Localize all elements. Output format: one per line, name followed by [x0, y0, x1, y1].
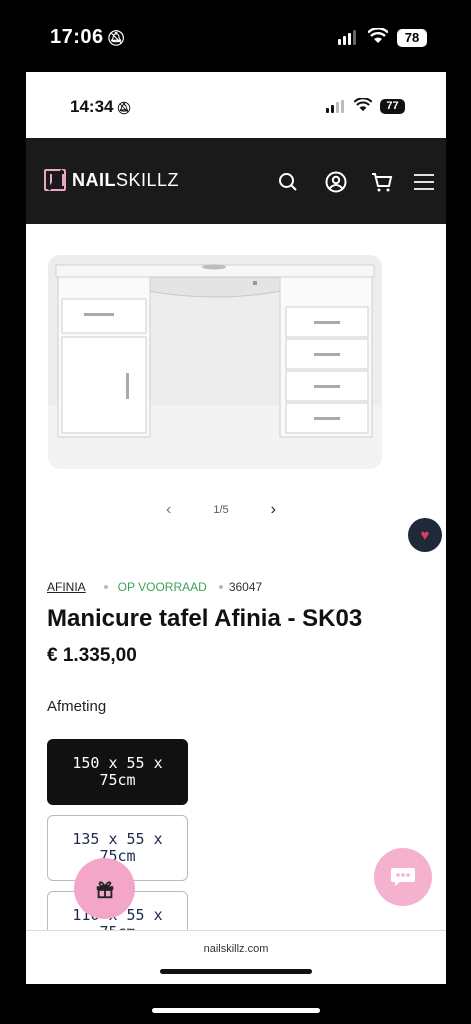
cellular-signal-icon: [338, 30, 356, 45]
chat-button[interactable]: [374, 848, 432, 906]
chat-bubble-icon: [391, 868, 415, 886]
browser-address-bar: nailskillz.com: [26, 930, 446, 984]
battery-indicator: 78: [397, 29, 427, 47]
product-price: € 1.335,00: [47, 645, 137, 666]
product-title: Manicure tafel Afinia - SK03: [47, 605, 363, 632]
silent-bell-icon: 🔕︎: [106, 30, 127, 47]
site-logo[interactable]: NAILSKILLZ: [44, 169, 179, 191]
product-image[interactable]: [48, 255, 382, 469]
stock-status: OP VOORRAAD: [117, 580, 207, 594]
logo-mark-icon: [44, 169, 66, 191]
battery-indicator: 77: [380, 99, 405, 114]
wishlist-button[interactable]: ♥: [408, 518, 442, 552]
outer-clock: 17:06 🔕︎: [50, 26, 127, 48]
inner-status-bar: 14:34 🔕︎ 77: [26, 72, 446, 138]
meta-separator: [103, 585, 108, 589]
logo-text: NAILSKILLZ: [72, 169, 180, 190]
meta-separator: [218, 585, 223, 589]
size-option-label: Afmeting: [47, 698, 107, 715]
product-meta: AFINIA OP VOORRAAD 36047: [47, 580, 262, 594]
heart-icon: ♥: [420, 526, 430, 544]
size-option-150[interactable]: 150 x 55 x 75cm: [47, 739, 188, 805]
carousel-prev-button[interactable]: ‹: [166, 501, 171, 519]
silent-bell-icon: 🔕︎: [116, 101, 132, 115]
account-icon[interactable]: [324, 170, 348, 194]
site-header: NAILSKILLZ: [26, 138, 446, 224]
product-sku: 36047: [228, 580, 263, 594]
carousel-next-button[interactable]: ›: [271, 501, 276, 519]
carousel-counter: 1/5: [213, 504, 229, 516]
inner-clock: 14:34 🔕︎: [70, 97, 132, 116]
home-indicator: [152, 1008, 320, 1013]
screenshot-screen: 14:34 🔕︎ 77 NAILSKILLZ ‹ 1/5 › ♥ AFINIA …: [26, 72, 446, 984]
cellular-signal-icon: [326, 100, 344, 113]
menu-icon[interactable]: [412, 170, 436, 194]
search-icon[interactable]: [276, 170, 300, 194]
cart-icon[interactable]: [370, 170, 394, 194]
gift-icon: [96, 880, 113, 898]
inner-home-indicator: [160, 969, 312, 974]
brand-link[interactable]: AFINIA: [47, 580, 86, 594]
manicure-table-illustration: [48, 264, 382, 469]
outer-status-bar: 17:06 🔕︎ 78: [0, 0, 471, 72]
gift-button[interactable]: [74, 858, 135, 919]
wifi-icon: [368, 28, 388, 43]
url-text[interactable]: nailskillz.com: [26, 943, 446, 955]
image-carousel-nav: ‹ 1/5 ›: [166, 500, 276, 520]
wifi-icon: [354, 98, 372, 112]
